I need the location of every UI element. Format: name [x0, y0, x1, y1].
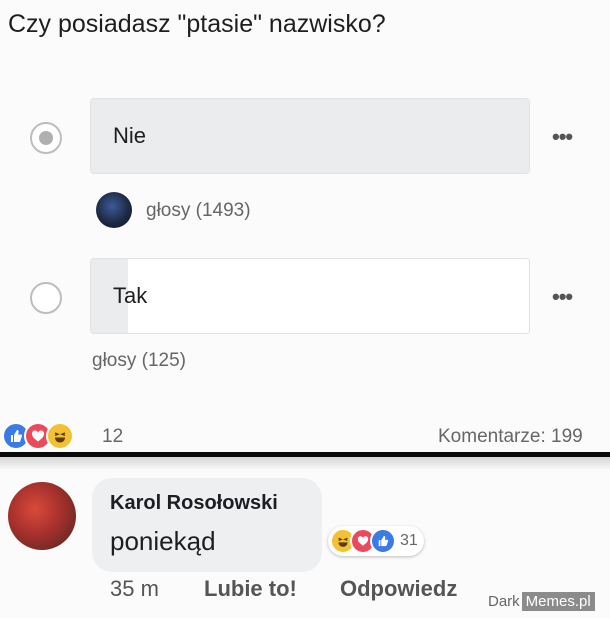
- post-reaction-count[interactable]: 12: [102, 426, 123, 448]
- option-nie-radio[interactable]: [30, 122, 62, 154]
- watermark-part1: Dark: [488, 592, 520, 610]
- option-tak-label: Tak: [113, 283, 148, 308]
- comment-reaction-count: 31: [400, 532, 418, 549]
- comment-author-avatar[interactable]: [8, 482, 76, 550]
- option-nie-fill: [91, 99, 529, 173]
- option-tak-radio[interactable]: [30, 282, 62, 314]
- option-tak-more-button[interactable]: •••: [552, 284, 573, 310]
- option-nie-more-button[interactable]: •••: [552, 124, 573, 150]
- comment-reply-button[interactable]: Odpowiedz: [340, 576, 457, 602]
- comment-time[interactable]: 35 m: [110, 576, 159, 602]
- option-nie-box[interactable]: Nie: [90, 98, 530, 174]
- comment-reactions[interactable]: 31: [328, 526, 424, 556]
- comment-text: poniekąd: [110, 526, 216, 556]
- watermark: Dark Memes.pl: [486, 590, 595, 612]
- comment-like-button[interactable]: Lubie to!: [204, 576, 297, 602]
- post-reactions[interactable]: [2, 422, 74, 450]
- comments-count[interactable]: Komentarze: 199: [438, 426, 583, 448]
- option-nie-label: Nie: [113, 123, 147, 148]
- like-icon: [370, 528, 396, 554]
- option-tak-votes[interactable]: głosy (125): [92, 350, 186, 372]
- watermark-part2: Memes.pl: [521, 591, 595, 611]
- comment-author-name[interactable]: Karol Rosołowski: [110, 492, 278, 515]
- poll-question: Czy posiadasz "ptasie" nazwisko?: [8, 10, 386, 38]
- voter-avatar[interactable]: [96, 192, 132, 228]
- haha-icon: [46, 422, 74, 450]
- option-nie-votes[interactable]: głosy (1493): [146, 200, 251, 222]
- option-tak-box[interactable]: Tak: [90, 258, 530, 334]
- divider-shadow: [0, 457, 610, 469]
